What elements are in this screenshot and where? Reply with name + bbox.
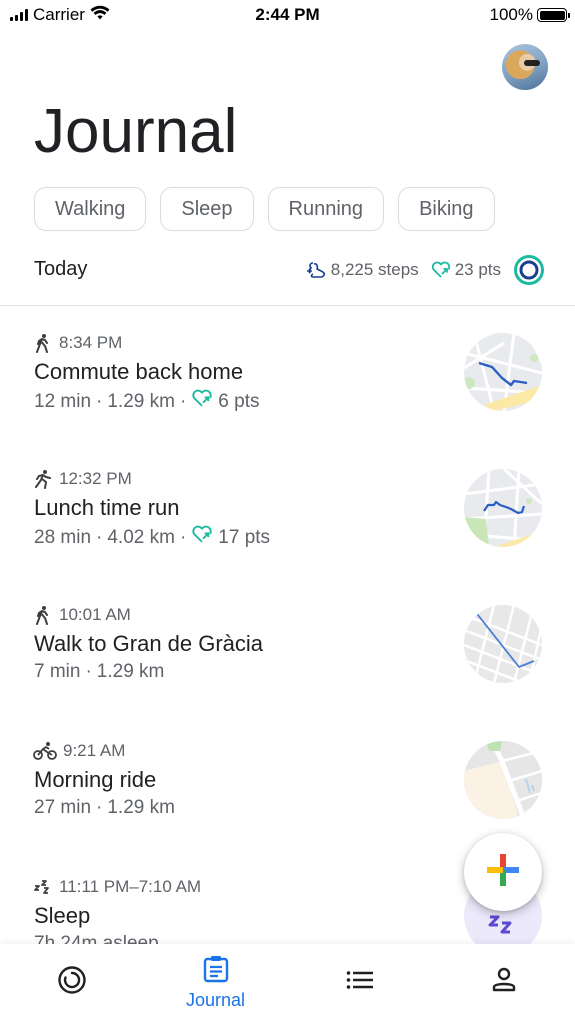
walk-icon xyxy=(33,605,53,625)
add-activity-button[interactable] xyxy=(464,833,542,911)
separator: · xyxy=(179,390,187,412)
today-label: Today xyxy=(34,258,88,280)
entry-time-row: 8:34 PM xyxy=(33,333,122,353)
profile-icon xyxy=(492,967,516,998)
separator: · xyxy=(179,526,187,548)
battery-icon xyxy=(537,8,570,22)
separator: · xyxy=(85,661,92,682)
journal-entry[interactable]: 8:34 PM Commute back home 12 min · 1.29 … xyxy=(0,307,575,443)
entry-duration: 28 min xyxy=(34,526,92,548)
entry-time: 11:11 PM–7:10 AM xyxy=(59,877,202,896)
heart-points-icon xyxy=(191,389,213,414)
avatar[interactable] xyxy=(502,44,548,90)
entry-time: 8:34 PM xyxy=(59,333,123,352)
entry-details: 27 min · 1.29 km xyxy=(34,797,175,819)
bike-icon xyxy=(33,741,57,761)
page-title: Journal xyxy=(34,97,238,166)
status-bar: Carrier 2:44 PM 100% xyxy=(0,0,575,32)
chip-walking[interactable]: Walking xyxy=(34,187,147,231)
heart-points-icon xyxy=(191,525,213,550)
entry-title: Morning ride xyxy=(34,767,157,792)
heart-points-icon xyxy=(431,261,451,279)
entry-details: 7 min · 1.29 km xyxy=(34,661,164,683)
route-map-thumbnail[interactable] xyxy=(464,741,542,819)
today-stats: 8,225 steps 23 pts xyxy=(305,254,545,286)
entry-distance: 1.29 km xyxy=(96,661,165,682)
entry-points: 6 pts xyxy=(218,390,260,412)
entry-duration: 12 min xyxy=(34,390,92,412)
steps-icon xyxy=(305,261,327,279)
entry-points: 17 pts xyxy=(218,526,271,548)
steps-value: 8,225 steps xyxy=(330,260,419,279)
separator: · xyxy=(96,526,103,548)
entry-time-row: 9:21 AM xyxy=(33,741,125,761)
route-map-thumbnail[interactable] xyxy=(464,605,542,683)
browse-icon xyxy=(346,969,374,996)
nav-home[interactable] xyxy=(0,944,143,1021)
nav-profile[interactable] xyxy=(432,944,575,1021)
chip-sleep[interactable]: Sleep xyxy=(160,187,254,231)
route-map-thumbnail[interactable] xyxy=(464,333,542,411)
entry-duration: 7 min xyxy=(34,661,81,682)
entry-title: Lunch time run xyxy=(34,495,180,520)
entry-time-row: 11:11 PM–7:10 AM xyxy=(33,877,201,897)
nav-browse[interactable] xyxy=(288,944,431,1021)
avatar-image xyxy=(524,60,540,66)
route-map-thumbnail[interactable] xyxy=(464,469,542,547)
heart-points-value: 23 pts xyxy=(454,260,501,279)
chip-running[interactable]: Running xyxy=(267,187,385,231)
entry-details: 28 min · 4.02 km · 17 pts xyxy=(34,525,270,550)
goal-ring-icon[interactable] xyxy=(513,254,545,286)
separator: · xyxy=(96,797,103,818)
status-right: 100% xyxy=(489,5,570,25)
entry-distance: 1.29 km xyxy=(107,390,175,412)
journal-entry[interactable]: 12:32 PM Lunch time run 28 min · 4.02 km… xyxy=(0,443,575,579)
bottom-navigation: Journal xyxy=(0,944,575,1021)
walk-icon xyxy=(33,333,53,353)
today-summary: Today 8,225 steps 23 pts xyxy=(0,248,575,306)
entry-distance: 4.02 km xyxy=(107,526,175,548)
entry-time: 9:21 AM xyxy=(63,741,126,760)
entry-time-row: 10:01 AM xyxy=(33,605,131,625)
entry-title: Walk to Gran de Gràcia xyxy=(34,631,264,656)
nav-journal[interactable]: Journal xyxy=(144,944,287,1021)
nav-journal-label: Journal xyxy=(185,989,246,1010)
filter-chips: Walking Sleep Running Biking xyxy=(34,187,495,231)
chip-biking[interactable]: Biking xyxy=(398,187,495,231)
journal-entry[interactable]: 10:01 AM Walk to Gran de Gràcia 7 min · … xyxy=(0,579,575,715)
home-ring-icon xyxy=(57,965,87,1000)
sleep-icon xyxy=(33,877,53,897)
entry-time: 10:01 AM xyxy=(59,605,131,624)
entry-distance: 1.29 km xyxy=(107,797,175,818)
journal-icon xyxy=(203,955,229,988)
entry-duration: 27 min xyxy=(34,797,92,818)
entry-time-row: 12:32 PM xyxy=(33,469,132,489)
entry-details: 12 min · 1.29 km · 6 pts xyxy=(34,389,259,414)
steps-stat: 8,225 steps xyxy=(305,260,419,280)
add-icon xyxy=(486,853,520,892)
entry-title: Commute back home xyxy=(34,359,244,384)
run-icon xyxy=(33,469,53,489)
journal-entry[interactable]: 9:21 AM Morning ride 27 min · 1.29 km xyxy=(0,715,575,851)
heart-points-stat: 23 pts xyxy=(431,260,501,280)
entry-time: 12:32 PM xyxy=(59,469,132,488)
battery-percent: 100% xyxy=(489,5,533,24)
separator: · xyxy=(96,390,103,412)
entry-title: Sleep xyxy=(34,903,91,928)
